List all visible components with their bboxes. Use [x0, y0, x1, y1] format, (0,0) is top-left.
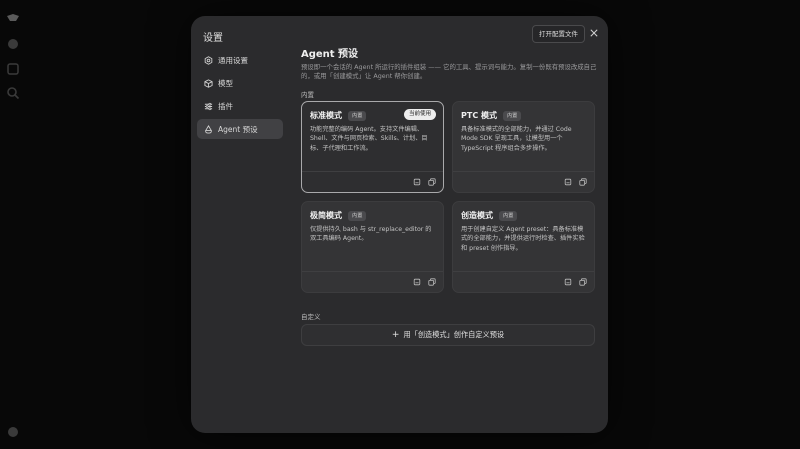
nav-item-general[interactable]: 通用设置 [197, 50, 283, 70]
current-badge: 当前使用 [403, 109, 436, 120]
preset-name: 标准模式 [310, 111, 342, 120]
refresh-icon[interactable] [6, 62, 20, 76]
avatar[interactable] [6, 425, 20, 439]
preset-card-ptc[interactable]: PTC 模式 内置 具备标准模式的全部能力，并通过 Code Mode SDK … [452, 101, 595, 193]
nav-item-agent-presets[interactable]: Agent 预设 [197, 119, 283, 139]
app-rail [0, 0, 28, 449]
custom-section-label: 自定义 [301, 313, 321, 321]
edit-icon[interactable] [563, 277, 573, 287]
nav-item-plugins[interactable]: 插件 [197, 96, 283, 116]
settings-modal: 设置 打开配置文件 通用设置 模型 插件 Agent 预设 Agent 预设 预… [191, 16, 608, 433]
create-button-label: 用「创造模式」创作自定义预设 [403, 330, 505, 339]
card-actions [453, 271, 594, 292]
preset-description: 用于创建自定义 Agent preset：具备标准模式的全部能力，并提供运行时检… [461, 226, 585, 252]
modal-title: 设置 [203, 33, 223, 44]
builtin-tag: 内置 [502, 110, 522, 121]
preset-name: 创造模式 [461, 211, 493, 220]
builtin-tag: 内置 [348, 210, 367, 221]
copy-icon[interactable] [427, 277, 437, 287]
card-actions [453, 171, 594, 192]
preset-description: 具备标准模式的全部能力，并通过 Code Mode SDK 呈现工具，让模型用一… [461, 126, 572, 152]
builtin-tag: 内置 [499, 210, 518, 221]
copy-icon[interactable] [578, 277, 588, 287]
builtin-section-label: 内置 [301, 91, 314, 99]
settings-nav: 通用设置 模型 插件 Agent 预设 [197, 50, 283, 142]
edit-icon[interactable] [412, 177, 422, 187]
page-description: 预设即一个会话的 Agent 所运行的插件组装 —— 它的工具、提示词与能力。复… [301, 63, 597, 80]
close-button[interactable] [587, 26, 601, 40]
nav-item-label: 插件 [218, 101, 233, 111]
preset-card-standard[interactable]: 标准模式 内置 当前使用 功能完整的编码 Agent。支持文件编辑、Shell、… [301, 101, 444, 193]
nav-item-label: 模型 [218, 78, 233, 88]
copy-icon[interactable] [578, 177, 588, 187]
edit-icon[interactable] [412, 277, 422, 287]
plus-icon: + [391, 329, 400, 340]
circle-icon[interactable] [6, 37, 20, 51]
builtin-tag: 内置 [348, 110, 367, 121]
preset-name: PTC 模式 [461, 111, 497, 120]
nav-item-label: 通用设置 [218, 55, 248, 65]
preset-card-create[interactable]: 创造模式 内置 用于创建自定义 Agent preset：具备标准模式的全部能力… [452, 201, 595, 293]
page-title: Agent 预设 [301, 49, 359, 60]
preset-card-minimal[interactable]: 极简模式 内置 仅提供持久 bash 与 str_replace_editor … [301, 201, 444, 293]
close-icon [590, 29, 598, 37]
copy-icon[interactable] [427, 177, 437, 187]
cube-icon [203, 78, 213, 88]
card-actions [302, 171, 443, 192]
agent-icon [203, 124, 213, 134]
nav-item-label: Agent 预设 [218, 124, 258, 134]
preset-description: 功能完整的编码 Agent。支持文件编辑、Shell、文件与网页检索、Skill… [310, 126, 428, 152]
edit-icon[interactable] [563, 177, 573, 187]
card-actions [302, 271, 443, 292]
sliders-icon [203, 101, 213, 111]
preset-name: 极简模式 [310, 211, 342, 220]
open-config-button[interactable]: 打开配置文件 [532, 25, 585, 43]
create-custom-preset-button[interactable]: + 用「创造模式」创作自定义预设 [301, 324, 595, 346]
nav-item-models[interactable]: 模型 [197, 73, 283, 93]
search-icon[interactable] [6, 86, 20, 100]
gear-icon [203, 55, 213, 65]
preset-description: 仅提供持久 bash 与 str_replace_editor 的双工具编码 A… [310, 226, 432, 243]
app-logo-icon[interactable] [6, 12, 20, 26]
